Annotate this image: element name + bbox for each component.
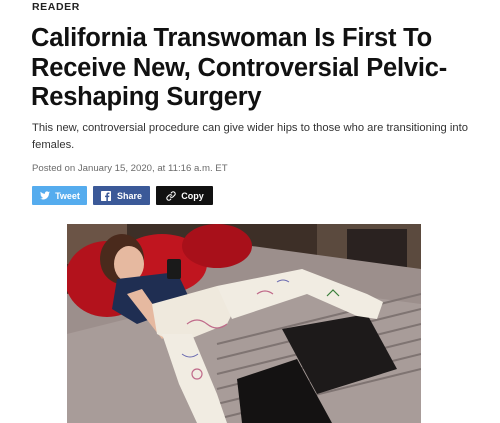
article-dek: This new, controversial procedure can gi… [32, 122, 468, 151]
copy-label: Copy [181, 190, 204, 201]
facebook-share-button[interactable]: Share [93, 186, 150, 205]
copy-link-button[interactable]: Copy [156, 186, 213, 205]
facebook-icon [101, 190, 112, 201]
article-photo [67, 224, 421, 423]
article-timestamp: Posted on January 15, 2020, at 11:16 a.m… [32, 163, 228, 174]
link-icon [165, 190, 176, 201]
article-headline: California Transwoman Is First To Receiv… [31, 24, 448, 111]
tweet-label: Tweet [55, 190, 80, 201]
twitter-bird-icon [39, 190, 50, 201]
share-bar: Tweet Share Copy [32, 186, 213, 205]
woman-lying-on-bed-in-leg-casts-image [67, 224, 421, 423]
tweet-button[interactable]: Tweet [32, 186, 87, 205]
share-label: Share [116, 190, 142, 201]
section-label: READER [32, 1, 80, 13]
